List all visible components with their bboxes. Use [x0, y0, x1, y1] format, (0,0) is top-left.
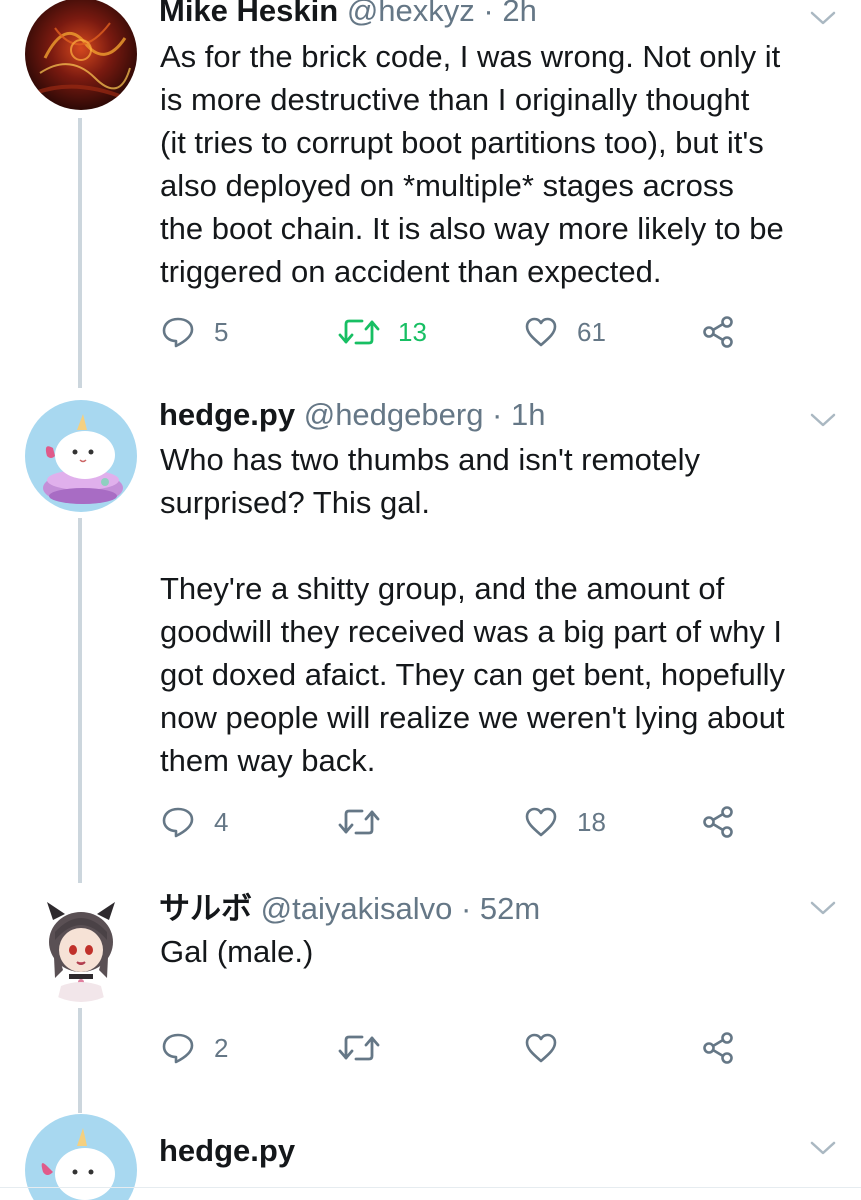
reply-icon — [162, 1033, 194, 1064]
timestamp[interactable]: 1h — [511, 397, 545, 432]
timestamp[interactable]: 52m — [480, 891, 540, 926]
reply-button[interactable]: 2 — [160, 1028, 228, 1068]
tweet-3[interactable]: サルボ @taiyakisalvo · 52m Gal (male.) 2 — [0, 880, 861, 1113]
retweet-button[interactable] — [338, 1028, 380, 1068]
tweet-text: Who has two thumbs and isn't remotely su… — [160, 442, 786, 778]
reply-icon — [162, 807, 194, 838]
chevron-down-icon[interactable] — [808, 898, 838, 918]
tweet-actions: 5 13 61 — [160, 312, 760, 352]
reply-count: 2 — [214, 1032, 229, 1063]
display-name[interactable]: hedge.py — [159, 1133, 295, 1168]
like-count: 18 — [577, 806, 606, 837]
tweet-1[interactable]: Mike Heskin @hexkyz · 2h As for the bric… — [0, 0, 861, 388]
display-name[interactable]: hedge.py — [159, 397, 295, 432]
like-count: 61 — [577, 316, 606, 347]
chevron-down-icon[interactable] — [808, 1138, 838, 1158]
display-name[interactable]: サルボ — [159, 891, 252, 927]
share-button[interactable] — [700, 1028, 736, 1068]
reply-button[interactable]: 4 — [160, 802, 228, 842]
heart-icon — [525, 1033, 557, 1063]
tweet-actions: 4 18 — [160, 802, 760, 842]
retweet-button[interactable] — [338, 802, 380, 842]
reply-count: 5 — [214, 316, 229, 347]
avatar[interactable] — [25, 0, 137, 110]
reply-count: 4 — [214, 806, 229, 837]
thread-line — [78, 118, 82, 388]
heart-icon — [525, 317, 557, 347]
tweet-text: As for the brick code, I was wrong. Not … — [160, 39, 784, 289]
timestamp[interactable]: 2h — [502, 0, 536, 28]
tweet-2[interactable]: hedge.py @hedgeberg · 1h Who has two thu… — [0, 388, 861, 883]
tweet-header: hedge.py @hedgeberg · 1h — [159, 396, 545, 434]
retweet-icon — [338, 1035, 380, 1061]
like-button[interactable]: 61 — [523, 312, 606, 352]
divider — [0, 1187, 861, 1188]
heart-icon — [525, 807, 557, 837]
retweet-icon — [338, 809, 380, 835]
chevron-down-icon[interactable] — [808, 410, 838, 430]
user-handle[interactable]: @hedgeberg — [304, 397, 484, 432]
like-button[interactable] — [523, 1028, 559, 1068]
separator-dot: · — [483, 397, 511, 432]
avatar[interactable] — [25, 890, 137, 1002]
chevron-down-icon[interactable] — [808, 8, 838, 28]
thread-line — [78, 518, 82, 883]
reply-button[interactable]: 5 — [160, 312, 228, 352]
retweet-count: 13 — [398, 316, 427, 347]
retweet-icon — [338, 319, 380, 345]
tweet-header: Mike Heskin @hexkyz · 2h — [159, 0, 537, 30]
reply-icon — [162, 317, 194, 348]
share-icon — [703, 806, 733, 838]
tweet-text: Gal (male.) — [160, 934, 314, 969]
retweet-button[interactable]: 13 — [338, 312, 427, 352]
separator-dot: · — [474, 0, 503, 28]
separator-dot: · — [452, 891, 480, 926]
share-button[interactable] — [700, 312, 736, 352]
share-icon — [703, 1032, 733, 1064]
avatar[interactable] — [25, 400, 137, 512]
thread-line — [78, 1008, 82, 1113]
share-button[interactable] — [700, 802, 736, 842]
user-handle[interactable]: @hexkyz — [347, 0, 475, 28]
display-name[interactable]: Mike Heskin — [159, 0, 338, 28]
tweet-actions: 2 — [160, 1028, 760, 1068]
tweet-header: hedge.py — [159, 1132, 295, 1170]
like-button[interactable]: 18 — [523, 802, 606, 842]
share-icon — [703, 316, 733, 348]
user-handle[interactable]: @taiyakisalvo — [261, 891, 453, 926]
tweet-header: サルボ @taiyakisalvo · 52m — [159, 890, 540, 928]
